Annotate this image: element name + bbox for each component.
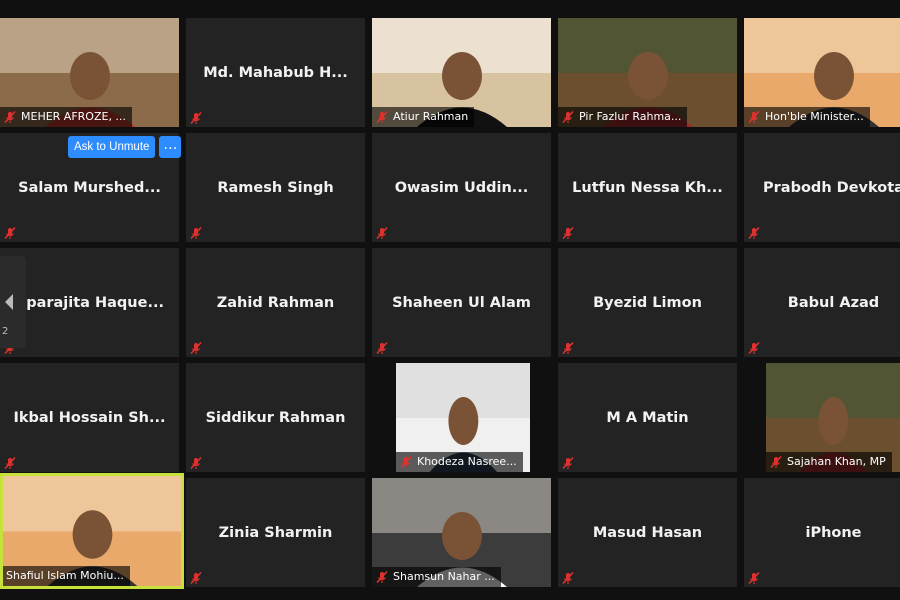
muted-microphone-icon	[375, 570, 389, 584]
participant-tile[interactable]: Hon'ble Minister...	[744, 18, 900, 127]
participant-name: Salam Murshed...	[18, 179, 161, 196]
participant-tile[interactable]: Ikbal Hossain Sh...	[0, 363, 179, 472]
participant-name-tag: Atiur Rahman	[372, 107, 475, 127]
participant-name: MEHER AFROZE, ...	[21, 110, 126, 123]
participant-tile[interactable]: Siddikur Rahman	[186, 363, 365, 472]
participant-tile[interactable]: Zahid Rahman	[186, 248, 365, 357]
muted-microphone-icon	[189, 455, 203, 470]
participant-tile[interactable]: MEHER AFROZE, ...	[0, 18, 179, 127]
participant-tile[interactable]: Pir Fazlur Rahma...	[558, 18, 737, 127]
participant-name: Prabodh Devkota	[763, 179, 900, 196]
ask-to-unmute-button[interactable]: Ask to Unmute	[68, 136, 156, 158]
muted-microphone-icon	[747, 340, 761, 355]
participant-name: Hon'ble Minister...	[765, 110, 864, 123]
muted-microphone-icon	[375, 225, 389, 240]
muted-microphone-icon	[189, 570, 203, 585]
muted-microphone-icon	[747, 570, 761, 585]
participant-name: Ikbal Hossain Sh...	[13, 409, 166, 426]
participant-name: iPhone	[805, 524, 862, 541]
participant-tile[interactable]: Owasim Uddin...	[372, 133, 551, 242]
muted-microphone-icon	[561, 340, 575, 355]
participant-name: Babul Azad	[787, 294, 880, 311]
participant-name: Owasim Uddin...	[394, 179, 529, 196]
participant-name: Pir Fazlur Rahma...	[579, 110, 682, 123]
muted-microphone-icon	[561, 570, 575, 585]
participant-name-tag: Shamsun Nahar ...	[372, 567, 501, 587]
participant-name-tag: MEHER AFROZE, ...	[0, 107, 132, 127]
gallery-view: MEHER AFROZE, ... Md. Mahabub H... Atiur R…	[0, 0, 900, 600]
participant-tile[interactable]: M A Matin	[558, 363, 737, 472]
muted-microphone-icon	[189, 110, 203, 125]
participant-tile[interactable]: Shafiul Islam Mohiu...	[0, 473, 184, 589]
participant-name: Zinia Sharmin	[218, 524, 333, 541]
muted-microphone-icon	[561, 225, 575, 240]
muted-microphone-icon	[375, 340, 389, 355]
participant-tile[interactable]: Prabodh Devkota	[744, 133, 900, 242]
participant-name-tag: Pir Fazlur Rahma...	[558, 107, 688, 127]
participant-tile[interactable]: Byezid Limon	[558, 248, 737, 357]
participant-name: Atiur Rahman	[393, 110, 469, 123]
participant-name-tag: Sajahan Khan, MP	[766, 452, 892, 472]
participant-tile[interactable]: Khodeza Nasree...	[396, 363, 530, 472]
more-options-button[interactable]: …	[159, 136, 182, 158]
participant-tile[interactable]: Aparajita Haque...	[0, 248, 179, 357]
participant-name: Ramesh Singh	[217, 179, 334, 196]
participant-name: Khodeza Nasree...	[417, 455, 517, 468]
muted-microphone-icon	[769, 455, 783, 469]
muted-microphone-icon	[189, 340, 203, 355]
participant-name: Lutfun Nessa Kh...	[572, 179, 723, 196]
participant-name: Byezid Limon	[593, 294, 702, 311]
tile-hover-actions: Ask to Unmute …	[68, 136, 182, 158]
muted-microphone-icon	[3, 455, 17, 470]
participant-name: Sajahan Khan, MP	[787, 455, 886, 468]
page-indicator: 2	[2, 326, 9, 337]
participant-tile[interactable]: Lutfun Nessa Kh...	[558, 133, 737, 242]
muted-microphone-icon	[399, 455, 413, 469]
participant-tile[interactable]: Atiur Rahman	[372, 18, 551, 127]
participant-tile[interactable]: Zinia Sharmin	[186, 478, 365, 587]
participant-tile[interactable]: Md. Mahabub H...	[186, 18, 365, 127]
participant-tile[interactable]: Ramesh Singh	[186, 133, 365, 242]
muted-microphone-icon	[561, 110, 575, 124]
participant-name: Shafiul Islam Mohiu...	[6, 569, 124, 582]
muted-microphone-icon	[747, 225, 761, 240]
participant-name-tag: Khodeza Nasree...	[396, 452, 523, 472]
participant-tile[interactable]: Shamsun Nahar ...	[372, 478, 551, 587]
participant-tile[interactable]: iPhone	[744, 478, 900, 587]
participant-name: Siddikur Rahman	[205, 409, 346, 426]
participant-tile[interactable]: Masud Hasan	[558, 478, 737, 587]
muted-microphone-icon	[561, 455, 575, 470]
participant-name: Shamsun Nahar ...	[393, 570, 495, 583]
muted-microphone-icon	[3, 110, 17, 124]
muted-microphone-icon	[3, 225, 17, 240]
participant-tile[interactable]: Shaheen Ul Alam	[372, 248, 551, 357]
participant-name-tag: Shafiul Islam Mohiu...	[3, 566, 130, 586]
participant-name: Md. Mahabub H...	[203, 64, 348, 81]
participant-name: Masud Hasan	[592, 524, 703, 541]
participant-name: Aparajita Haque...	[14, 294, 164, 311]
participant-name: Shaheen Ul Alam	[392, 294, 531, 311]
muted-microphone-icon	[747, 110, 761, 124]
participant-name: M A Matin	[606, 409, 689, 426]
participant-name-tag: Hon'ble Minister...	[744, 107, 870, 127]
participant-name: Zahid Rahman	[216, 294, 335, 311]
participant-tile[interactable]: Babul Azad	[744, 248, 900, 357]
participant-tile[interactable]: Sajahan Khan, MP	[766, 363, 900, 472]
muted-microphone-icon	[189, 225, 203, 240]
muted-microphone-icon	[375, 110, 389, 124]
